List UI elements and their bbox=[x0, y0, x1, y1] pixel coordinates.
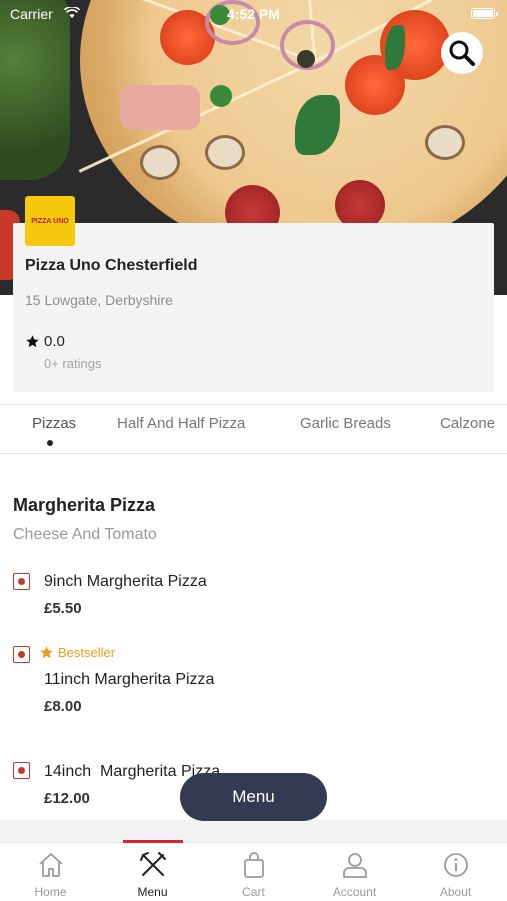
menu-button[interactable]: Menu bbox=[180, 773, 327, 821]
user-icon bbox=[304, 851, 405, 879]
logo-text: PIZZA UNO bbox=[31, 217, 69, 225]
rating: 0.0 bbox=[25, 333, 65, 350]
nav-about[interactable]: About bbox=[405, 843, 506, 901]
rating-value: 0.0 bbox=[44, 333, 65, 350]
active-tab-indicator bbox=[47, 440, 53, 446]
item-price: £8.00 bbox=[44, 698, 82, 715]
star-icon bbox=[26, 335, 39, 348]
nav-account[interactable]: Account bbox=[304, 843, 405, 901]
tab-half-and-half-pizza[interactable]: Half And Half Pizza bbox=[117, 415, 245, 432]
item-price: £12.00 bbox=[44, 790, 90, 807]
veg-icon bbox=[13, 573, 30, 590]
section-subtitle: Cheese And Tomato bbox=[13, 526, 157, 543]
active-nav-indicator bbox=[123, 840, 183, 843]
tab-pizzas[interactable]: Pizzas bbox=[32, 415, 76, 432]
nav-cart-label: Cart bbox=[242, 885, 265, 899]
nav-home[interactable]: Home bbox=[0, 843, 101, 901]
tab-garlic-breads[interactable]: Garlic Breads bbox=[300, 415, 391, 432]
veg-icon bbox=[13, 646, 30, 663]
nav-about-label: About bbox=[439, 885, 472, 899]
search-button[interactable] bbox=[441, 32, 483, 74]
status-bar: Carrier 4:52 PM bbox=[0, 0, 507, 28]
veg-icon bbox=[13, 762, 30, 779]
nav-menu-label: Menu bbox=[137, 885, 168, 899]
item-name[interactable]: 9inch Margherita Pizza bbox=[44, 573, 207, 591]
status-time: 4:52 PM bbox=[227, 6, 280, 22]
shopping-bag-icon bbox=[203, 851, 304, 879]
rating-count: 0+ ratings bbox=[44, 356, 102, 371]
item-price: £5.50 bbox=[44, 600, 82, 617]
bottom-nav: Home Menu Cart Account About bbox=[0, 842, 507, 900]
nav-home-label: Home bbox=[34, 885, 67, 899]
info-icon bbox=[405, 851, 506, 879]
category-tabs: Pizzas Half And Half Pizza Garlic Breads… bbox=[0, 404, 507, 454]
nav-cart[interactable]: Cart bbox=[203, 843, 304, 901]
star-icon bbox=[40, 646, 53, 659]
item-name[interactable]: 11inch Margherita Pizza bbox=[44, 671, 214, 689]
bestseller-label: Bestseller bbox=[58, 645, 116, 660]
pizza-image bbox=[70, 0, 507, 260]
list-bottom-strip bbox=[0, 820, 507, 842]
restaurant-logo: PIZZA UNO bbox=[25, 196, 75, 246]
fork-knife-icon bbox=[102, 851, 203, 879]
restaurant-name: Pizza Uno Chesterfield bbox=[25, 257, 198, 274]
home-icon bbox=[0, 851, 101, 879]
restaurant-address: 15 Lowgate, Derbyshire bbox=[25, 292, 173, 308]
section-title: Margherita Pizza bbox=[13, 495, 156, 515]
bestseller-badge: Bestseller bbox=[39, 645, 115, 660]
nav-account-label: Account bbox=[332, 885, 377, 899]
search-icon bbox=[449, 40, 475, 66]
battery-icon bbox=[471, 8, 498, 19]
tab-calzone[interactable]: Calzone bbox=[440, 415, 495, 432]
nav-menu[interactable]: Menu bbox=[102, 843, 203, 901]
